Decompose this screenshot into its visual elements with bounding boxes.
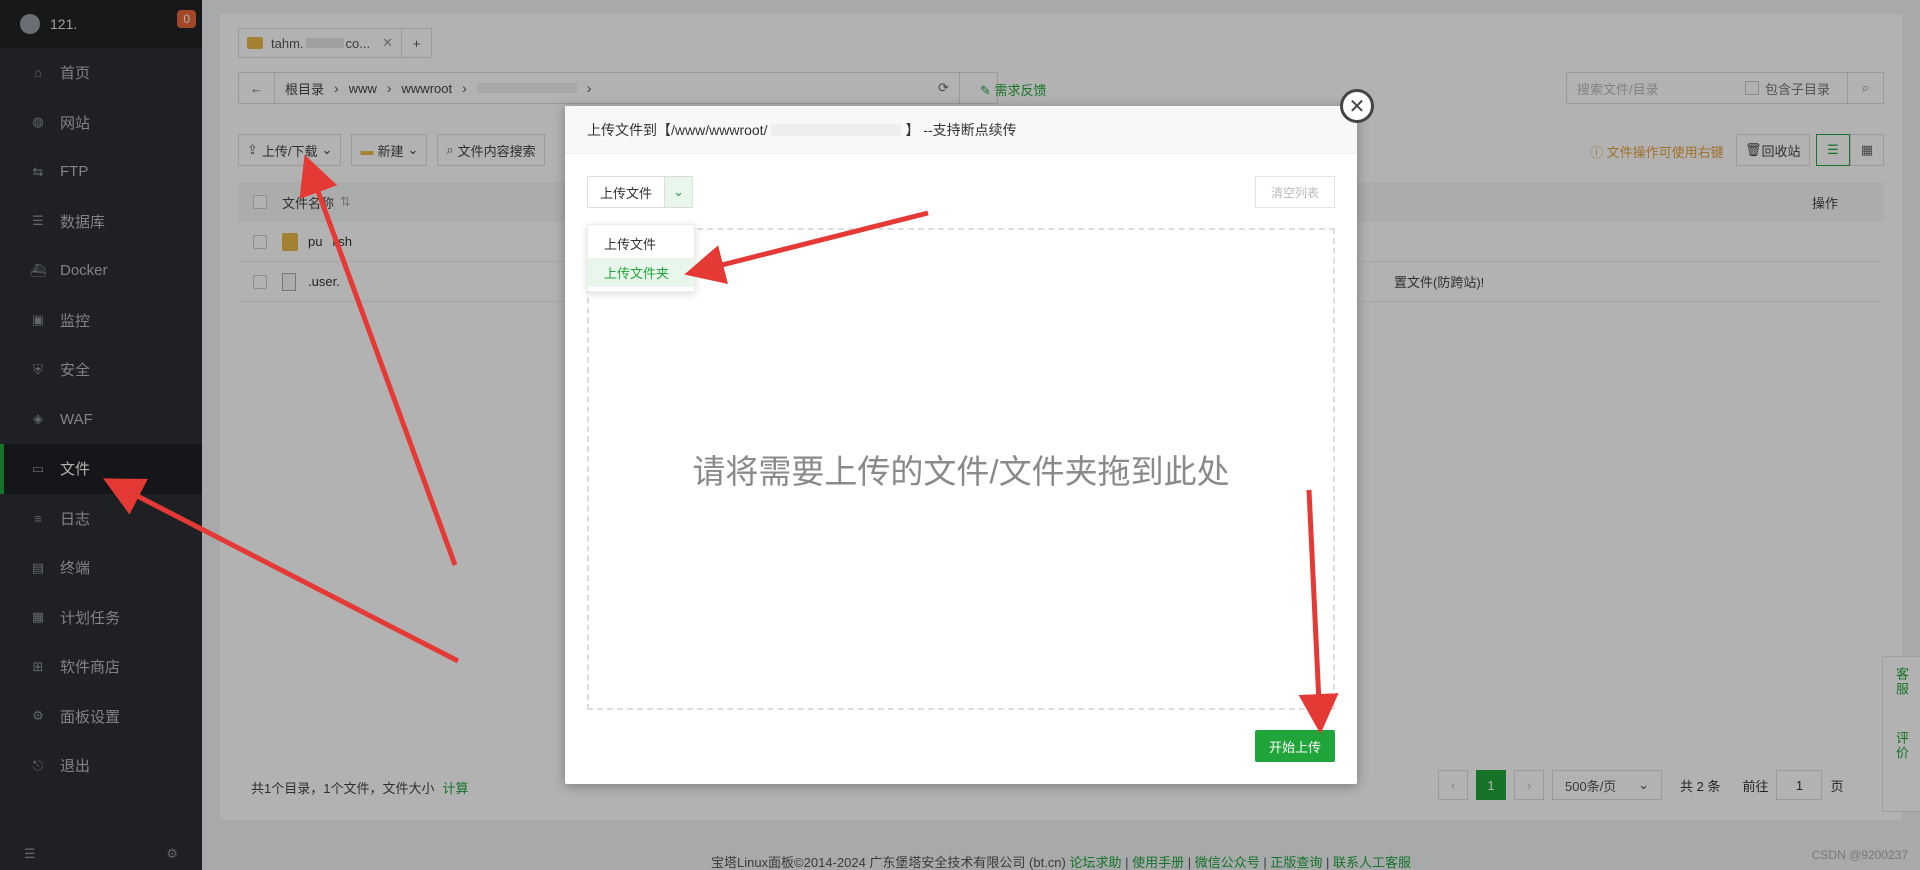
blurred-path: [771, 123, 902, 136]
upload-split-button: 上传文件 ⌄: [587, 176, 694, 208]
menu-upload-folder[interactable]: 上传文件夹: [588, 258, 694, 287]
start-upload-button[interactable]: 开始上传: [1255, 730, 1335, 762]
watermark: CSDN @9200237: [1811, 848, 1908, 862]
menu-upload-file[interactable]: 上传文件: [588, 229, 694, 258]
upload-dropdown-menu: 上传文件 上传文件夹: [587, 224, 695, 292]
chevron-down-icon: ⌄: [673, 184, 684, 199]
upload-file-button[interactable]: 上传文件: [588, 177, 664, 207]
close-modal-icon[interactable]: ✕: [1340, 89, 1374, 123]
modal-title: 上传文件到【/www/wwwroot/ 】 --支持断点续传: [565, 106, 1357, 154]
clear-list-button[interactable]: 清空列表: [1255, 176, 1335, 208]
upload-modal: 上传文件到【/www/wwwroot/ 】 --支持断点续传 上传文件 ⌄ 清空…: [565, 106, 1357, 784]
drop-zone[interactable]: 请将需要上传的文件/文件夹拖到此处: [587, 228, 1335, 710]
drop-zone-text: 请将需要上传的文件/文件夹拖到此处: [692, 453, 1230, 490]
upload-dropdown-toggle[interactable]: ⌄: [664, 177, 693, 207]
